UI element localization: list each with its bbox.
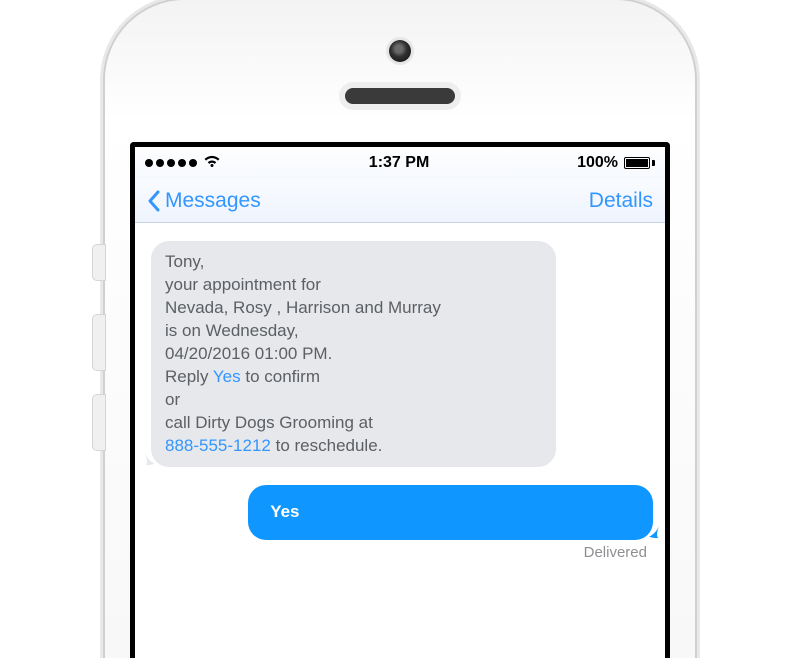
msg-line: 04/20/2016 01:00 PM. [165,344,332,363]
status-left [145,152,221,175]
back-label: Messages [165,189,261,213]
battery-icon [624,157,655,169]
msg-line: Nevada, Rosy , Harrison and Murray [165,298,441,317]
phone-number-link[interactable]: 888-555-1212 [165,436,271,455]
volume-up-button [93,315,105,370]
status-bar: 1:37 PM 100% [135,147,665,179]
wifi-icon [203,152,221,175]
msg-line: Tony, [165,252,204,271]
delivered-status: Delivered [147,544,653,561]
msg-line-suffix: to confirm [241,367,320,386]
msg-line: your appointment for [165,275,321,294]
front-camera [389,40,411,62]
outgoing-text: Yes [270,502,299,521]
battery-percent: 100% [577,154,618,172]
reply-yes-link[interactable]: Yes [213,367,241,386]
msg-line-prefix: Reply [165,367,213,386]
details-button[interactable]: Details [589,189,653,213]
incoming-message-bubble[interactable]: Tony, your appointment for Nevada, Rosy … [151,241,556,467]
status-time: 1:37 PM [369,154,429,172]
chevron-left-icon [147,190,161,212]
outgoing-message-bubble[interactable]: Yes [248,485,653,540]
msg-line: is on Wednesday, [165,321,299,340]
status-right: 100% [577,154,655,172]
msg-line: or [165,390,180,409]
signal-dots-icon [145,159,197,167]
msg-line-suffix: to reschedule. [271,436,383,455]
messages-list[interactable]: Tony, your appointment for Nevada, Rosy … [135,223,665,658]
phone-frame: 1:37 PM 100% Messages Details Tony, your… [105,0,695,658]
earpiece-speaker [345,88,455,104]
volume-down-button [93,395,105,450]
msg-line: call Dirty Dogs Grooming at [165,413,373,432]
screen: 1:37 PM 100% Messages Details Tony, your… [130,142,670,658]
nav-bar: Messages Details [135,179,665,223]
back-button[interactable]: Messages [147,189,261,213]
mute-switch [93,245,105,280]
